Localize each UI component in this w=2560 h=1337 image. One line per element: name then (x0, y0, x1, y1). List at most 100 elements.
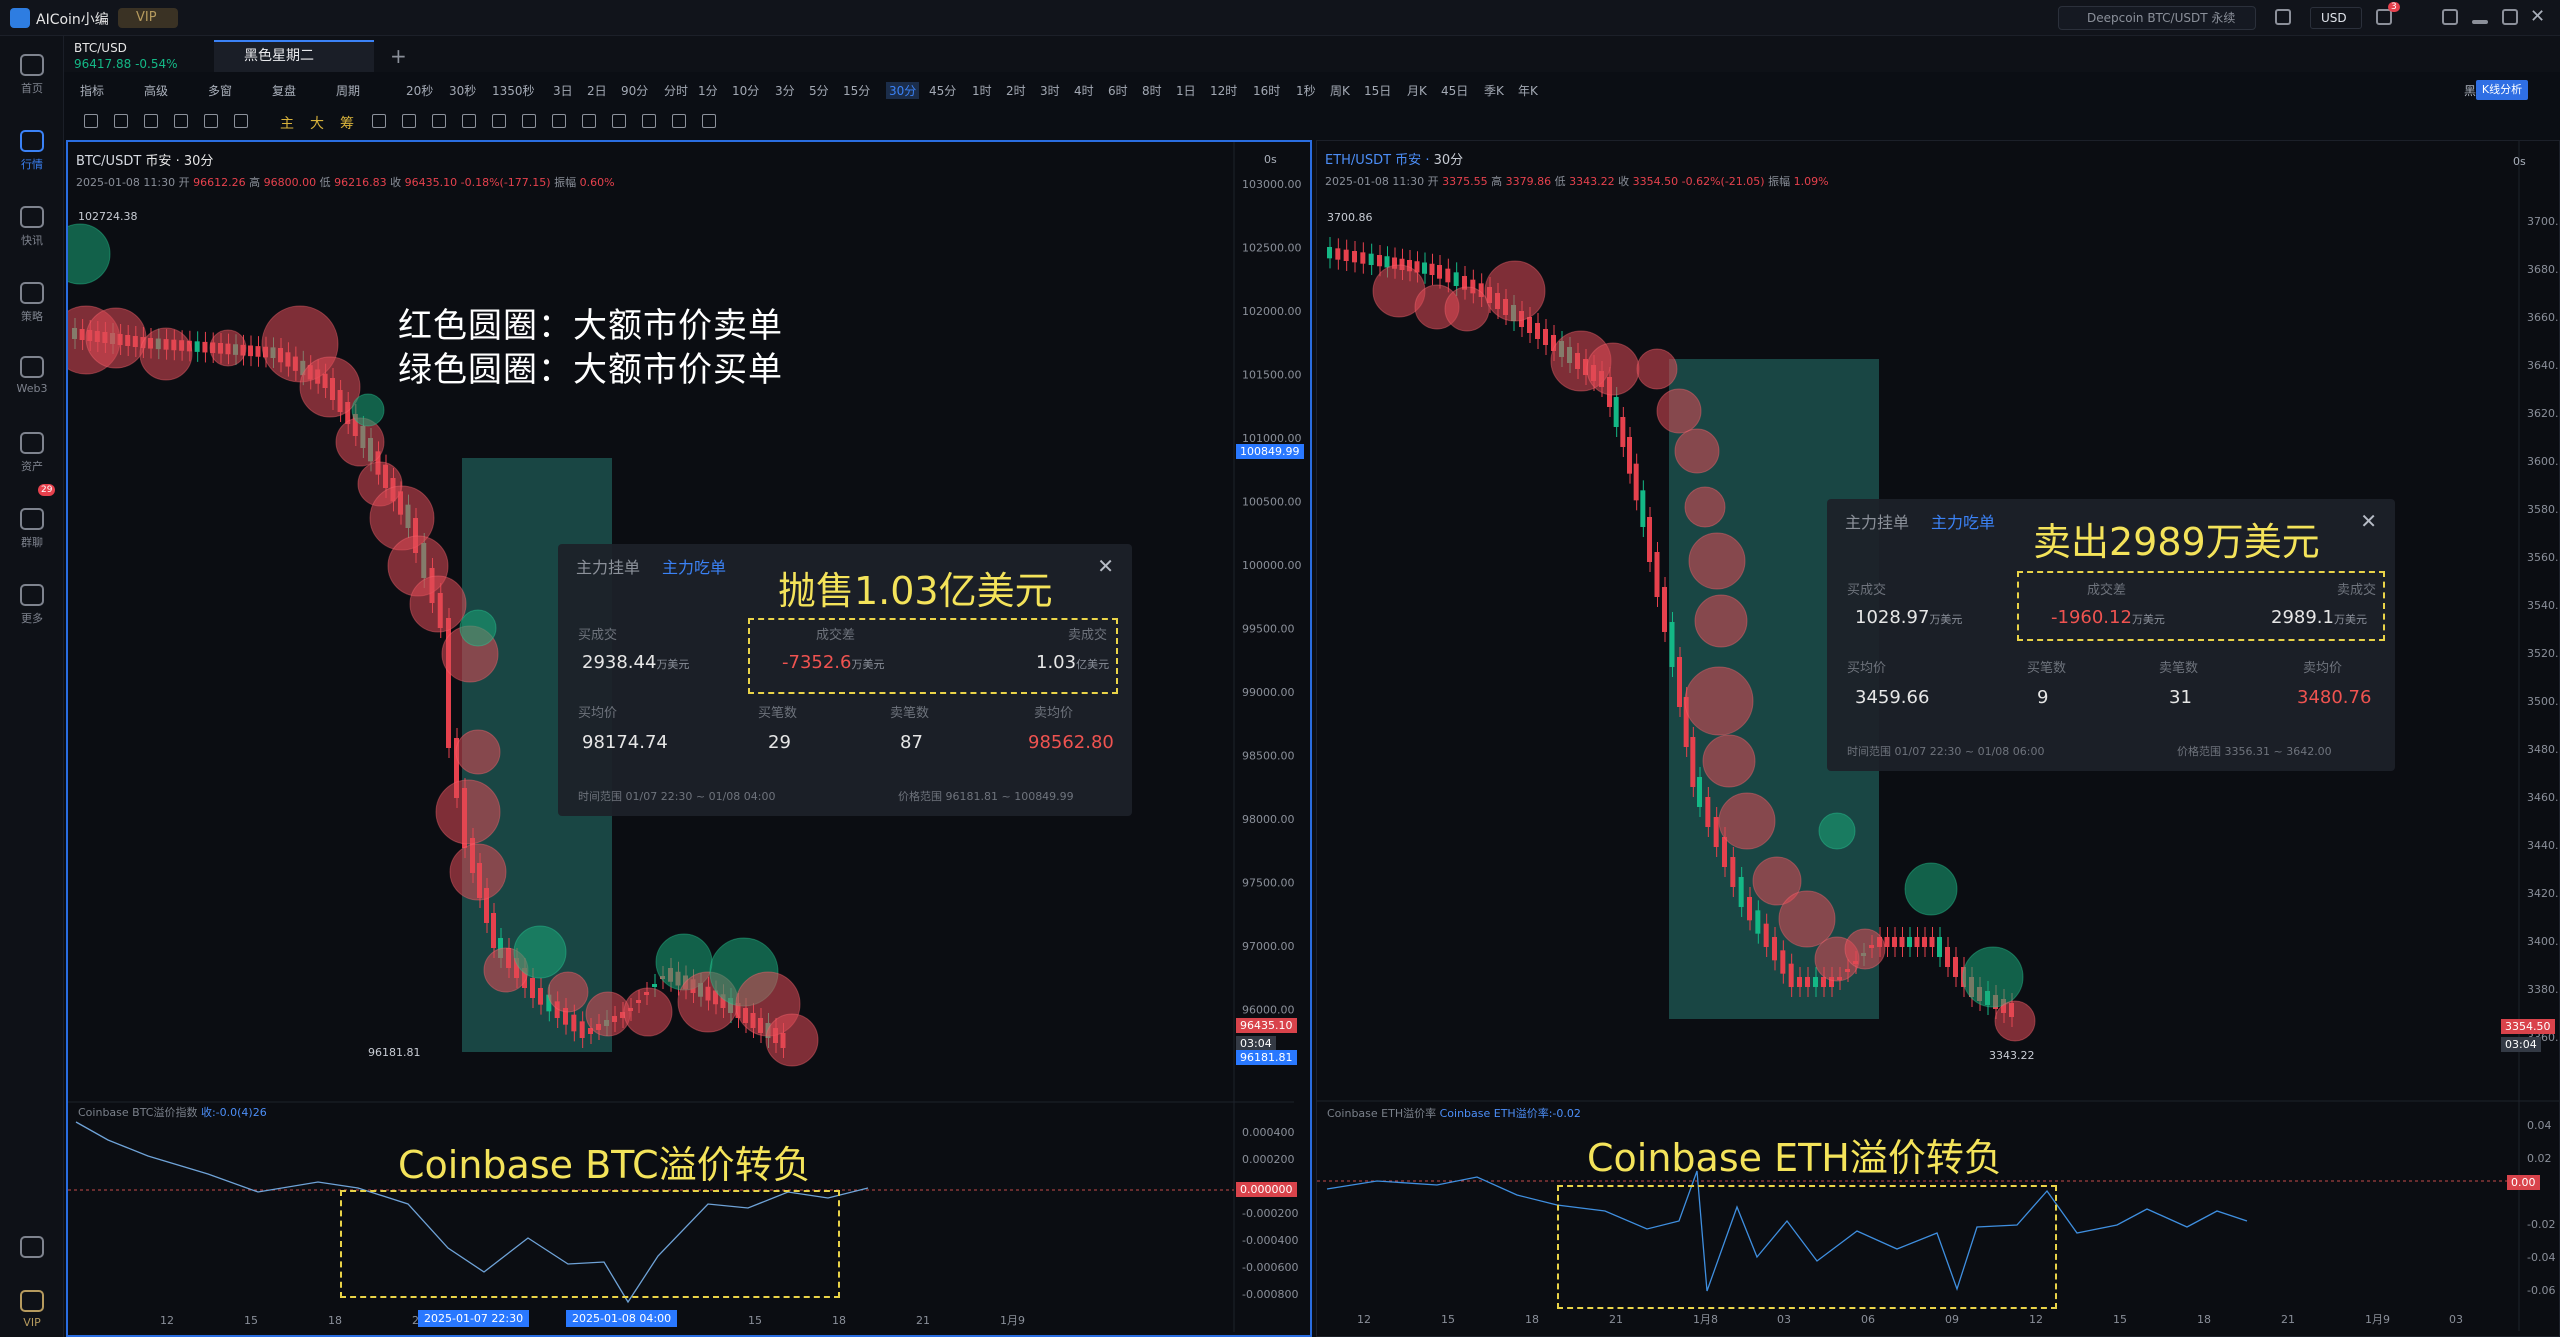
draw-tool-icon[interactable] (114, 114, 128, 128)
mail-icon[interactable] (2376, 9, 2392, 25)
interval-10[interactable]: 5分 (809, 82, 829, 99)
interval-21[interactable]: 12时 (1210, 82, 1237, 99)
interval-28[interactable]: 季K (1484, 82, 1504, 99)
interval-14[interactable]: 1时 (972, 82, 992, 99)
sidebar-item-market[interactable]: 行情 (0, 130, 64, 172)
interval-23[interactable]: 1秒 (1296, 82, 1316, 99)
draw-tool-icon[interactable] (372, 114, 386, 128)
sidebar-item-home[interactable]: 首页 (0, 54, 64, 96)
draw-tool-icon[interactable] (582, 114, 596, 128)
draw-tool-icon[interactable] (234, 114, 248, 128)
interval-7[interactable]: 1分 (698, 82, 718, 99)
interval-1[interactable]: 30秒 (449, 82, 476, 99)
interval-26[interactable]: 月K (1407, 82, 1427, 99)
interval-20[interactable]: 1日 (1176, 82, 1196, 99)
sidebar-item-chat[interactable]: 群聊 (0, 508, 64, 550)
draw-tool-icon[interactable] (432, 114, 446, 128)
price-tag-low: 96181.81 (1236, 1050, 1297, 1065)
tab-taker-orders[interactable]: 主力吃单 (1931, 513, 1995, 532)
sidebar-item-label: 快讯 (21, 234, 43, 247)
interval-2[interactable]: 1350秒 (492, 82, 535, 99)
interval-6[interactable]: 分时 (664, 82, 688, 99)
interval-24[interactable]: 周K (1330, 82, 1350, 99)
bell-icon[interactable] (2275, 9, 2291, 25)
interval-15[interactable]: 2时 (1006, 82, 1026, 99)
draw-tool-icon[interactable] (84, 114, 98, 128)
toolbar-tool-2[interactable]: 多窗 (208, 82, 232, 99)
x-tick-label: 15 (244, 1314, 258, 1327)
sidebar-item-news[interactable]: 快讯 (0, 206, 64, 248)
tab-taker-orders[interactable]: 主力吃单 (662, 558, 726, 577)
draw-tool-icon[interactable] (702, 114, 716, 128)
eth-chart-panel[interactable]: 3700.00 3680.00 3660.00 3640.00 3620.00 3600.… (1316, 140, 2560, 1337)
sidebar-item-more[interactable]: 更多 (0, 584, 64, 626)
overlay-tool-0[interactable]: 主 (280, 113, 294, 133)
interval-16[interactable]: 3时 (1040, 82, 1060, 99)
interval-3[interactable]: 3日 (553, 82, 573, 99)
btc-premium-indicator[interactable]: Coinbase BTC溢价指数 收:-0.0(4)26 (78, 1104, 267, 1120)
buy-volume: 2938.44万美元 (582, 652, 689, 673)
interval-18[interactable]: 6时 (1108, 82, 1128, 99)
maximize-icon[interactable] (2502, 9, 2518, 25)
interval-0[interactable]: 20秒 (406, 82, 433, 99)
candle-body (1922, 937, 1927, 947)
close-icon[interactable]: ✕ (2530, 6, 2545, 27)
interval-17[interactable]: 4时 (1074, 82, 1094, 99)
eth-chart-title[interactable]: ETH/USDT 币安 · 30分 (1325, 149, 1463, 168)
draw-tool-icon[interactable] (672, 114, 686, 128)
overlay-tool-2[interactable]: 筹 (340, 113, 354, 133)
interval-29[interactable]: 年K (1518, 82, 1538, 99)
add-tab-button[interactable]: + (390, 44, 407, 68)
sidebar-item-vip[interactable]: VIP (0, 1290, 64, 1329)
interval-27[interactable]: 45日 (1441, 82, 1468, 99)
draw-tool-icon[interactable] (642, 114, 656, 128)
sidebar-item-assets[interactable]: 资产 (0, 432, 64, 474)
candle-body (1384, 256, 1390, 268)
sell-bubble (1844, 928, 1886, 970)
interval-19[interactable]: 8时 (1142, 82, 1162, 99)
toolbar-tool-3[interactable]: 复盘 (272, 82, 296, 99)
card-close-icon[interactable]: ✕ (1097, 554, 1114, 578)
draw-tool-icon[interactable] (522, 114, 536, 128)
draw-tool-icon[interactable] (492, 114, 506, 128)
tab-workspace[interactable]: 黑色星期二 (214, 40, 374, 72)
ticker-symbol[interactable]: BTC/USD (74, 41, 127, 55)
btc-chart-title[interactable]: BTC/USDT 币安 · 30分 (76, 150, 213, 169)
interval-13[interactable]: 45分 (929, 82, 956, 99)
draw-tool-icon[interactable] (402, 114, 416, 128)
toolbar-tool-1[interactable]: 高级 (144, 82, 168, 99)
draw-tool-icon[interactable] (462, 114, 476, 128)
interval-8[interactable]: 10分 (732, 82, 759, 99)
currency-select[interactable]: USD (2310, 7, 2362, 29)
interval-22[interactable]: 16时 (1253, 82, 1280, 99)
btc-chart-panel[interactable]: 103000.00 102500.00 102000.00 101500.00 1010… (66, 140, 1312, 1337)
interval-4[interactable]: 2日 (587, 82, 607, 99)
interval-9[interactable]: 3分 (775, 82, 795, 99)
minimize-icon[interactable] (2472, 20, 2488, 24)
draw-tool-icon[interactable] (612, 114, 626, 128)
interval-12[interactable]: 30分 (886, 82, 920, 99)
draw-tool-icon[interactable] (174, 114, 188, 128)
draw-tool-icon[interactable] (144, 114, 158, 128)
draw-tool-icon[interactable] (204, 114, 218, 128)
interval-5[interactable]: 90分 (621, 82, 648, 99)
eth-premium-indicator[interactable]: Coinbase ETH溢价率 Coinbase ETH溢价率:-0.02 (1327, 1105, 1581, 1121)
tab-pending-orders[interactable]: 主力挂单 (1845, 513, 1909, 532)
kline-analysis-button[interactable]: K线分析 (2476, 80, 2528, 100)
interval-11[interactable]: 15分 (843, 82, 870, 99)
toolbar-tool-0[interactable]: 指标 (80, 82, 104, 99)
restore-window-icon[interactable] (2442, 9, 2458, 25)
search-input[interactable]: Deepcoin BTC/USDT 永续 (2058, 6, 2256, 30)
overlay-tool-1[interactable]: 大 (310, 113, 324, 133)
card-close-icon[interactable]: ✕ (2360, 509, 2377, 533)
sidebar-item-web3[interactable]: Web3 (0, 356, 64, 395)
tab-pending-orders[interactable]: 主力挂单 (576, 558, 640, 577)
interval-25[interactable]: 15日 (1364, 82, 1391, 99)
candle-body (1662, 587, 1667, 632)
draw-tool-icon[interactable] (552, 114, 566, 128)
vip-badge[interactable]: VIP (118, 8, 178, 28)
sidebar-item-strategy[interactable]: 策略 (0, 282, 64, 324)
toolbar-tool-4[interactable]: 周期 (336, 82, 360, 99)
sidebar-item-device[interactable] (0, 1236, 64, 1262)
close-value: 3354.50 (1632, 175, 1679, 188)
